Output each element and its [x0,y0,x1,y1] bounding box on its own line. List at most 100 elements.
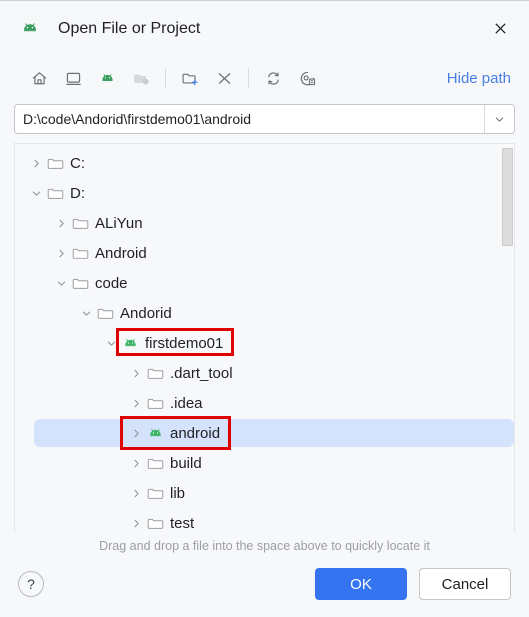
open-file-or-project-dialog: Open File or Project Hide path D:\code\A… [0,0,529,617]
folder-icon [147,395,164,412]
chevron-down-icon[interactable] [100,332,122,354]
tree-row-selection [34,359,514,387]
folder-icon [72,245,89,262]
tree-row[interactable]: Android [15,238,514,268]
toolbar-separator-1 [165,68,166,88]
chevron-right-icon[interactable] [125,422,147,444]
home-icon[interactable] [24,63,54,93]
toolbar-separator-2 [248,68,249,88]
tree-row-label: test [170,514,195,532]
tree-row[interactable]: lib [15,478,514,508]
new-folder-icon[interactable] [175,63,205,93]
tree-row-label: firstdemo01 [145,334,224,352]
tree-row[interactable]: ALiYun [15,208,514,238]
chevron-right-icon[interactable] [50,212,72,234]
tree-row[interactable]: D: [15,178,514,208]
chevron-right-icon[interactable] [125,452,147,474]
tree-row-selection [34,479,514,507]
desktop-icon[interactable] [58,63,88,93]
tree-row-content: C: [25,152,85,174]
delete-icon[interactable] [209,63,239,93]
chevron-right-icon[interactable] [50,242,72,264]
scrollbar-thumb[interactable] [502,148,513,246]
tree-row-label: Andorid [120,304,172,322]
close-icon[interactable] [485,14,515,44]
tree-row-content: .dart_tool [125,362,233,384]
tree-row[interactable]: code [15,268,514,298]
tree-row-selection [34,389,514,417]
tree-row-label: .dart_tool [170,364,233,382]
title-bar: Open File or Project [0,1,529,56]
tree-row-content: Andorid [75,302,172,324]
chevron-right-icon[interactable] [125,512,147,533]
file-tree[interactable]: C: D: ALiYun Android code Andorid firstdemo01.… [15,144,514,533]
folder-icon [147,485,164,502]
folder-icon [72,215,89,232]
folder-icon [147,515,164,532]
tree-row-content: lib [125,482,185,504]
tree-row[interactable]: .idea [15,388,514,418]
tree-row-label: android [170,424,221,442]
chevron-right-icon[interactable] [125,392,147,414]
tree-row-selection [34,149,514,177]
chevron-right-icon[interactable] [125,482,147,504]
tree-row-content: .idea [125,392,203,414]
path-row: D:\code\Andorid\firstdemo01\android [0,100,529,138]
help-button[interactable]: ? [18,571,44,597]
tree-row[interactable]: firstdemo01 [15,328,514,358]
folder-icon [47,155,64,172]
tree-row-label: C: [70,154,85,172]
tree-row-label: Android [95,244,147,262]
chevron-down-icon[interactable] [50,272,72,294]
tree-row-selection [34,179,514,207]
tree-row[interactable]: C: [15,148,514,178]
project-android-icon[interactable] [92,63,122,93]
tree-row[interactable]: android [15,418,514,448]
tree-row-label: D: [70,184,85,202]
tree-row-label: code [95,274,128,292]
folder-icon [147,365,164,382]
cancel-button[interactable]: Cancel [419,568,511,600]
folder-icon [147,455,164,472]
ok-button[interactable]: OK [315,568,407,600]
vertical-scrollbar[interactable] [500,144,514,533]
chevron-down-icon[interactable] [25,182,47,204]
android-icon [147,425,164,442]
tree-row-content: ALiYun [50,212,143,234]
tree-row-content: firstdemo01 [100,332,223,354]
tree-row-content: Android [50,242,147,264]
chevron-right-icon[interactable] [25,152,47,174]
footer: ? OK Cancel [0,559,529,617]
file-tree-panel: C: D: ALiYun Android code Andorid firstdemo01.… [14,143,515,533]
path-input[interactable]: D:\code\Andorid\firstdemo01\android [15,111,484,127]
tree-row-content: D: [25,182,85,204]
folder-icon [72,275,89,292]
refresh-icon[interactable] [258,63,288,93]
tree-row-label: build [170,454,202,472]
tree-row-label: ALiYun [95,214,143,232]
tree-row-label: .idea [170,394,203,412]
folder-icon [97,305,114,322]
tree-row[interactable]: build [15,448,514,478]
drag-drop-hint: Drag and drop a file into the space abov… [99,539,430,553]
tree-row[interactable]: Andorid [15,298,514,328]
tree-row-label: lib [170,484,186,502]
tree-row-content: build [125,452,202,474]
tree-row-selection [34,509,514,533]
android-icon [122,335,139,352]
chevron-down-icon[interactable] [484,105,514,133]
tree-row-content: test [125,512,194,533]
chevron-right-icon[interactable] [125,362,147,384]
path-combobox[interactable]: D:\code\Andorid\firstdemo01\android [14,104,515,134]
hide-path-link[interactable]: Hide path [447,70,511,87]
folder-icon [47,185,64,202]
tree-row-selection [34,449,514,477]
tree-row-content: android [125,422,220,444]
tree-row[interactable]: test [15,508,514,533]
tree-row[interactable]: .dart_tool [15,358,514,388]
page-title: Open File or Project [58,19,201,37]
show-hidden-icon[interactable] [292,63,322,93]
android-icon [20,19,40,39]
tree-row-selection [34,419,514,447]
chevron-down-icon[interactable] [75,302,97,324]
